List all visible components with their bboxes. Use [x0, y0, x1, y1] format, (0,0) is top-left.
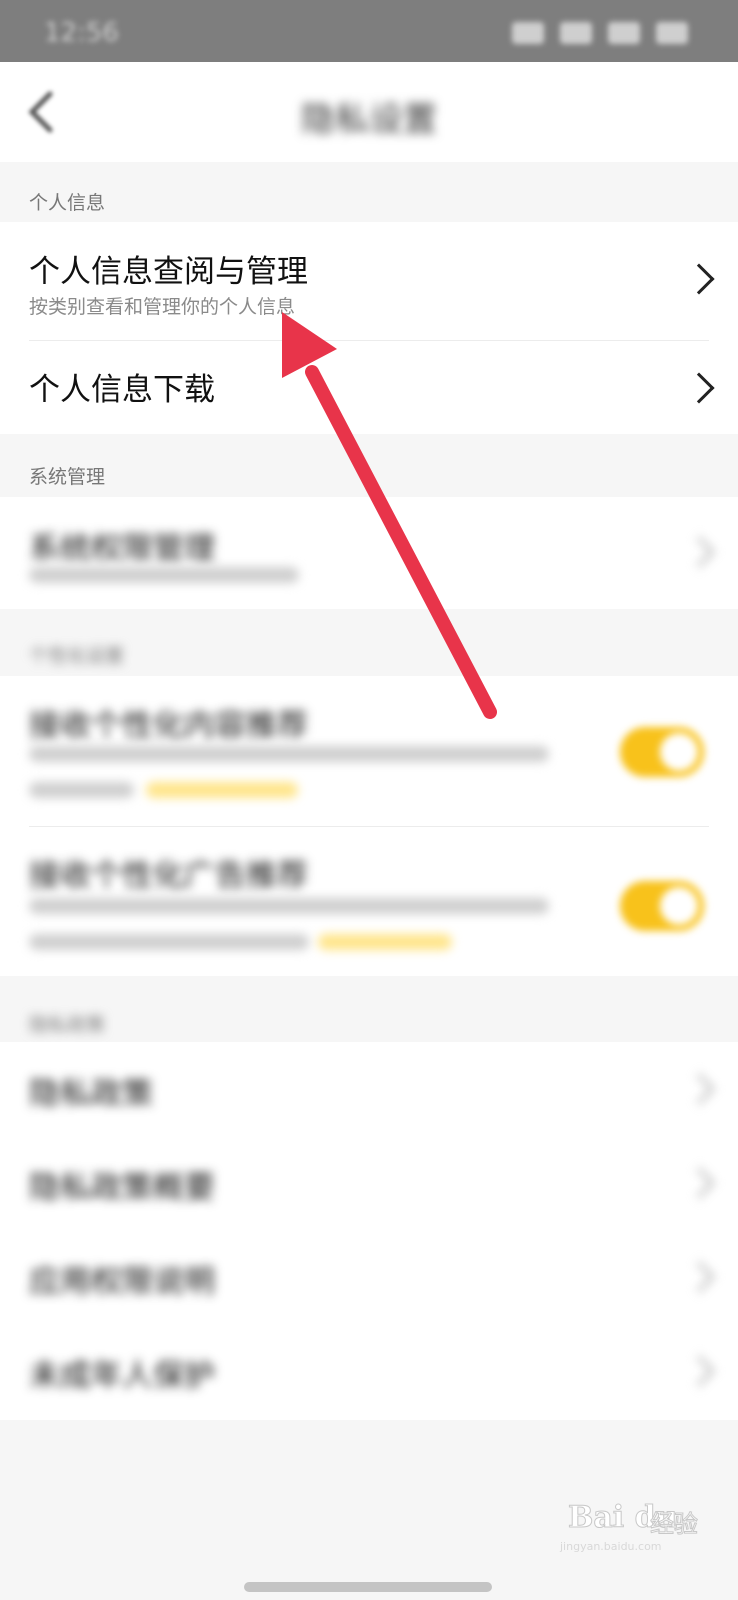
list-item-personalized-content: 接收个性化内容推荐: [0, 676, 738, 826]
alarm-icon: [512, 22, 544, 44]
chevron-right-icon: [683, 1167, 715, 1199]
section-header-personalization: 个性化设置: [29, 645, 125, 667]
list-item-title: 应用权限说明: [29, 1264, 215, 1300]
chevron-right-icon: [683, 1073, 715, 1105]
blurred-description: [29, 782, 134, 798]
wifi-icon: [608, 22, 640, 44]
page-title: 隐私设置: [301, 100, 437, 140]
status-icons: [512, 22, 688, 44]
baidu-watermark: Bai du 经验 jingyan.baidu.com: [560, 1490, 710, 1554]
watermark-url: jingyan.baidu.com: [560, 1540, 662, 1553]
nav-bar: 隐私设置: [0, 62, 738, 162]
blurred-link: [146, 782, 298, 798]
list-item-personalized-ads: 接收个性化广告推荐: [0, 826, 738, 976]
chevron-right-icon: [683, 263, 715, 295]
chevron-right-icon: [683, 1261, 715, 1293]
list-item-personal-info-manage[interactable]: 个人信息查阅与管理 按类别查看和管理你的个人信息: [0, 222, 738, 338]
blurred-link: [318, 934, 452, 950]
chevron-right-icon: [683, 372, 715, 404]
signal-icon: [560, 22, 592, 44]
policies-card: 隐私政策 隐私政策概要 应用权限说明 未成年人保护: [0, 1042, 738, 1420]
list-item-app-permissions[interactable]: 应用权限说明: [0, 1230, 738, 1324]
list-item-title: 接收个性化内容推荐: [29, 708, 308, 744]
list-item-title: 未成年人保护: [29, 1358, 215, 1394]
status-time: 12:56: [44, 18, 119, 48]
list-item-privacy-policy[interactable]: 隐私政策: [0, 1042, 738, 1136]
list-item-title: 隐私政策概要: [29, 1170, 215, 1206]
personalized-content-toggle[interactable]: [620, 727, 704, 777]
list-item-privacy-summary[interactable]: 隐私政策概要: [0, 1136, 738, 1230]
list-item-system-permissions[interactable]: 系统权限管理: [0, 497, 738, 609]
blurred-subtitle: [29, 567, 299, 583]
watermark-cn: 经验: [650, 1510, 699, 1539]
list-item-title: 接收个性化广告推荐: [29, 858, 308, 894]
blurred-description: [29, 898, 549, 914]
blurred-description: [29, 934, 309, 950]
list-item-title: 系统权限管理: [29, 531, 215, 567]
section-header-system: 系统管理: [29, 466, 106, 488]
chevron-right-icon: [683, 536, 715, 568]
battery-icon: [656, 22, 688, 44]
personalized-ads-toggle[interactable]: [620, 881, 704, 931]
personal-card: 个人信息查阅与管理 按类别查看和管理你的个人信息 个人信息下载: [0, 222, 738, 434]
list-item-title: 隐私政策: [29, 1076, 153, 1112]
section-header-personal: 个人信息: [29, 192, 106, 214]
personalization-card: 接收个性化内容推荐 接收个性化广告推荐: [0, 676, 738, 976]
section-header-policies: 隐私政策: [29, 1014, 106, 1036]
chevron-right-icon: [683, 1355, 715, 1387]
system-card: 系统权限管理: [0, 497, 738, 609]
home-indicator: [244, 1582, 492, 1592]
list-item-title: 个人信息查阅与管理: [29, 254, 308, 290]
list-item-personal-info-download[interactable]: 个人信息下载: [0, 340, 738, 434]
list-item-subtitle: 按类别查看和管理你的个人信息: [29, 296, 296, 318]
status-bar: 12:56: [0, 0, 738, 62]
list-item-title: 个人信息下载: [29, 372, 215, 408]
blurred-description: [29, 746, 549, 762]
list-item-minor-protection[interactable]: 未成年人保护: [0, 1324, 738, 1420]
